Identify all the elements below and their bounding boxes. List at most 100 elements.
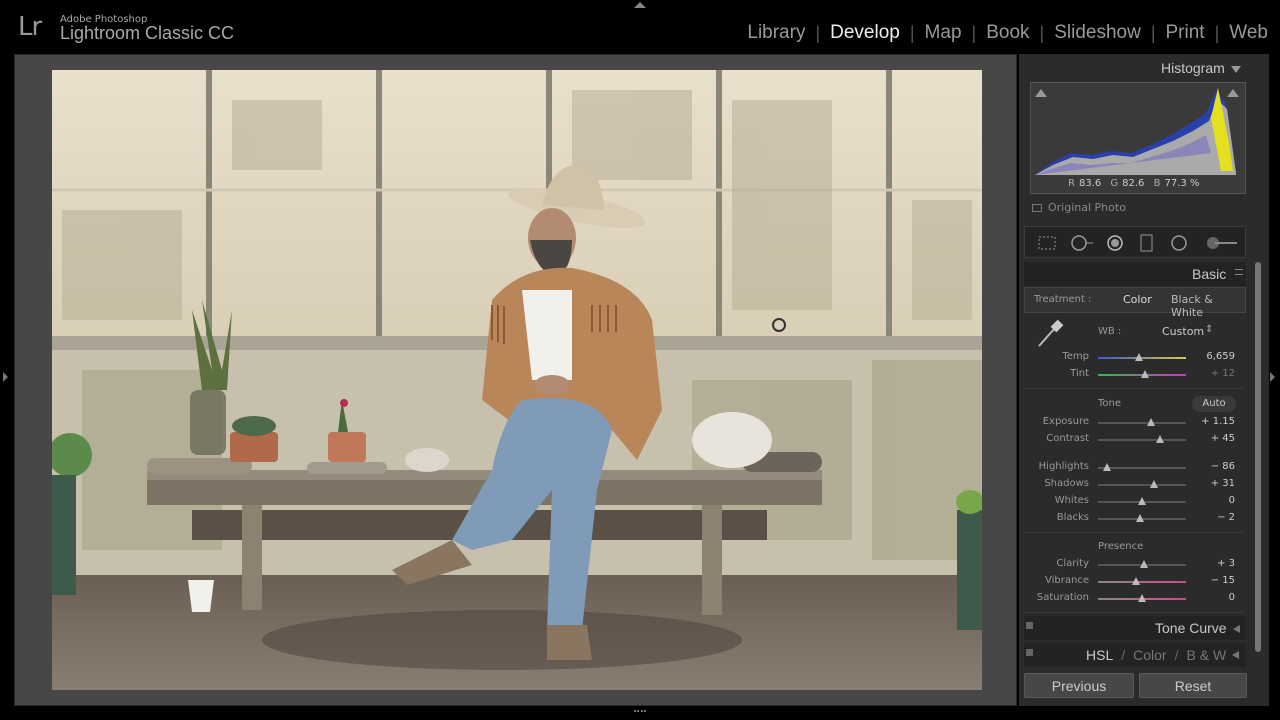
red-eye-icon[interactable] [1105, 234, 1125, 252]
histogram-header[interactable]: Histogram [1161, 60, 1241, 76]
clarity-slider[interactable] [1098, 560, 1186, 568]
temp-slider[interactable] [1098, 353, 1186, 361]
temp-value[interactable]: 6,659 [1187, 351, 1235, 362]
tone-curve-title: Tone Curve [1155, 620, 1227, 636]
vibrance-value[interactable]: − 15 [1187, 575, 1235, 586]
panel-collapse-icon [1230, 65, 1241, 73]
tint-slider-thumb[interactable] [1140, 370, 1149, 378]
original-photo-toggle[interactable]: Original Photo [1032, 201, 1126, 214]
highlight-clipping-icon[interactable] [1227, 89, 1239, 97]
crop-tool-icon[interactable] [1037, 234, 1057, 252]
contrast-value[interactable]: + 45 [1187, 433, 1235, 444]
tint-slider[interactable] [1098, 370, 1186, 378]
contrast-slider-thumb[interactable] [1155, 435, 1164, 443]
saturation-slider[interactable] [1098, 594, 1186, 602]
module-book[interactable]: Book [976, 22, 1039, 44]
tint-value[interactable]: + 12 [1187, 368, 1235, 379]
vibrance-slider-thumb[interactable] [1131, 577, 1140, 585]
original-photo-label: Original Photo [1048, 201, 1126, 214]
highlights-value[interactable]: − 86 [1187, 461, 1235, 472]
previous-button[interactable]: Previous [1024, 673, 1134, 698]
photo-preview[interactable] [52, 70, 982, 690]
graduated-filter-icon[interactable] [1139, 234, 1155, 252]
treatment-row: Treatment : Color Black & White [1024, 287, 1246, 319]
vibrance-slider[interactable] [1098, 577, 1186, 585]
auto-tone-button[interactable]: Auto [1192, 396, 1236, 412]
clarity-slider-thumb[interactable] [1139, 560, 1148, 568]
module-library[interactable]: Library [737, 22, 815, 44]
show-filmstrip-icon[interactable] [634, 710, 646, 718]
tone-curve-header[interactable]: Tone Curve [1024, 616, 1246, 640]
treatment-bw-option[interactable]: Black & White [1171, 293, 1245, 319]
module-map[interactable]: Map [915, 22, 972, 44]
highlights-slider-thumb[interactable] [1102, 463, 1111, 471]
dropdown-arrows-icon: ⇕ [1205, 324, 1214, 335]
basic-title-wrap: Basic [1192, 266, 1226, 282]
white-balance-picker-icon[interactable] [1033, 318, 1065, 350]
collapse-top-panel-icon[interactable] [634, 2, 646, 8]
tab-hsl[interactable]: HSL [1086, 647, 1113, 663]
basic-panel-header[interactable]: Basic [1024, 262, 1246, 286]
panel-switch-icon[interactable] [1026, 622, 1033, 629]
top-bar: Lr Adobe Photoshop Lightroom Classic CC … [0, 0, 1280, 52]
radial-filter-icon[interactable] [1169, 234, 1189, 252]
temp-slider-thumb[interactable] [1135, 353, 1144, 361]
histogram-graph [1035, 88, 1239, 175]
wb-label: WB : [1098, 326, 1122, 337]
treatment-color-option[interactable]: Color [1123, 293, 1152, 306]
r-value: 83.6 [1078, 178, 1102, 189]
shadows-value[interactable]: + 31 [1187, 478, 1235, 489]
photo-image [52, 70, 982, 690]
brand-product: Lightroom Classic CC [60, 23, 235, 43]
wb-dropdown[interactable]: Custom [1162, 325, 1204, 338]
reset-button[interactable]: Reset [1139, 673, 1247, 698]
hsl-tabs: HSL / Color / B & W [1086, 647, 1240, 663]
tab-separator: / [1174, 647, 1179, 663]
histogram-title: Histogram [1161, 60, 1225, 76]
divider [1026, 532, 1244, 533]
lightroom-logo: Lr [18, 12, 42, 42]
show-left-panel-icon[interactable] [3, 372, 8, 382]
module-develop[interactable]: Develop [820, 22, 910, 44]
blacks-value[interactable]: − 2 [1187, 512, 1235, 523]
blacks-slider-thumb[interactable] [1136, 514, 1145, 522]
panel-expand-icon [1232, 651, 1240, 659]
saturation-slider-thumb[interactable] [1138, 594, 1146, 602]
spot-removal-icon[interactable] [1069, 234, 1095, 252]
module-slideshow[interactable]: Slideshow [1044, 22, 1151, 44]
shadow-clipping-icon[interactable] [1035, 89, 1047, 97]
shadows-slider-thumb[interactable] [1150, 480, 1159, 488]
whites-slider[interactable] [1098, 497, 1186, 505]
shadows-slider[interactable] [1098, 480, 1186, 488]
tool-strip [1024, 226, 1246, 258]
exposure-slider[interactable] [1098, 418, 1186, 426]
clarity-value[interactable]: + 3 [1187, 558, 1235, 569]
blacks-slider[interactable] [1098, 514, 1186, 522]
module-print[interactable]: Print [1156, 22, 1215, 44]
presence-label: Presence [1098, 541, 1144, 552]
exposure-slider-thumb[interactable] [1146, 418, 1155, 426]
module-web[interactable]: Web [1219, 22, 1268, 44]
panel-scrollbar[interactable] [1255, 262, 1261, 652]
show-right-panel-icon[interactable] [1270, 372, 1275, 382]
basic-title: Basic [1192, 266, 1227, 282]
b-label: B [1153, 178, 1161, 189]
exposure-value[interactable]: + 1.15 [1187, 416, 1235, 427]
tab-color[interactable]: Color [1133, 647, 1166, 663]
saturation-label: Saturation [1036, 592, 1089, 603]
whites-label: Whites [1054, 495, 1089, 506]
whites-slider-thumb[interactable] [1138, 497, 1146, 505]
saturation-value[interactable]: 0 [1187, 592, 1235, 603]
adjustment-brush-icon[interactable] [1205, 234, 1239, 252]
tone-curve-title-wrap: Tone Curve [1155, 620, 1240, 636]
whites-value[interactable]: 0 [1187, 495, 1235, 506]
highlights-slider[interactable] [1098, 463, 1186, 471]
contrast-slider[interactable] [1098, 435, 1186, 443]
tab-bw[interactable]: B & W [1186, 647, 1226, 663]
blacks-label: Blacks [1056, 512, 1089, 523]
tone-label: Tone [1098, 398, 1122, 409]
g-label: G [1110, 178, 1119, 189]
panel-switch-icon[interactable] [1026, 649, 1033, 656]
paper-cup [188, 580, 214, 612]
hsl-header: HSL / Color / B & W [1024, 643, 1246, 667]
